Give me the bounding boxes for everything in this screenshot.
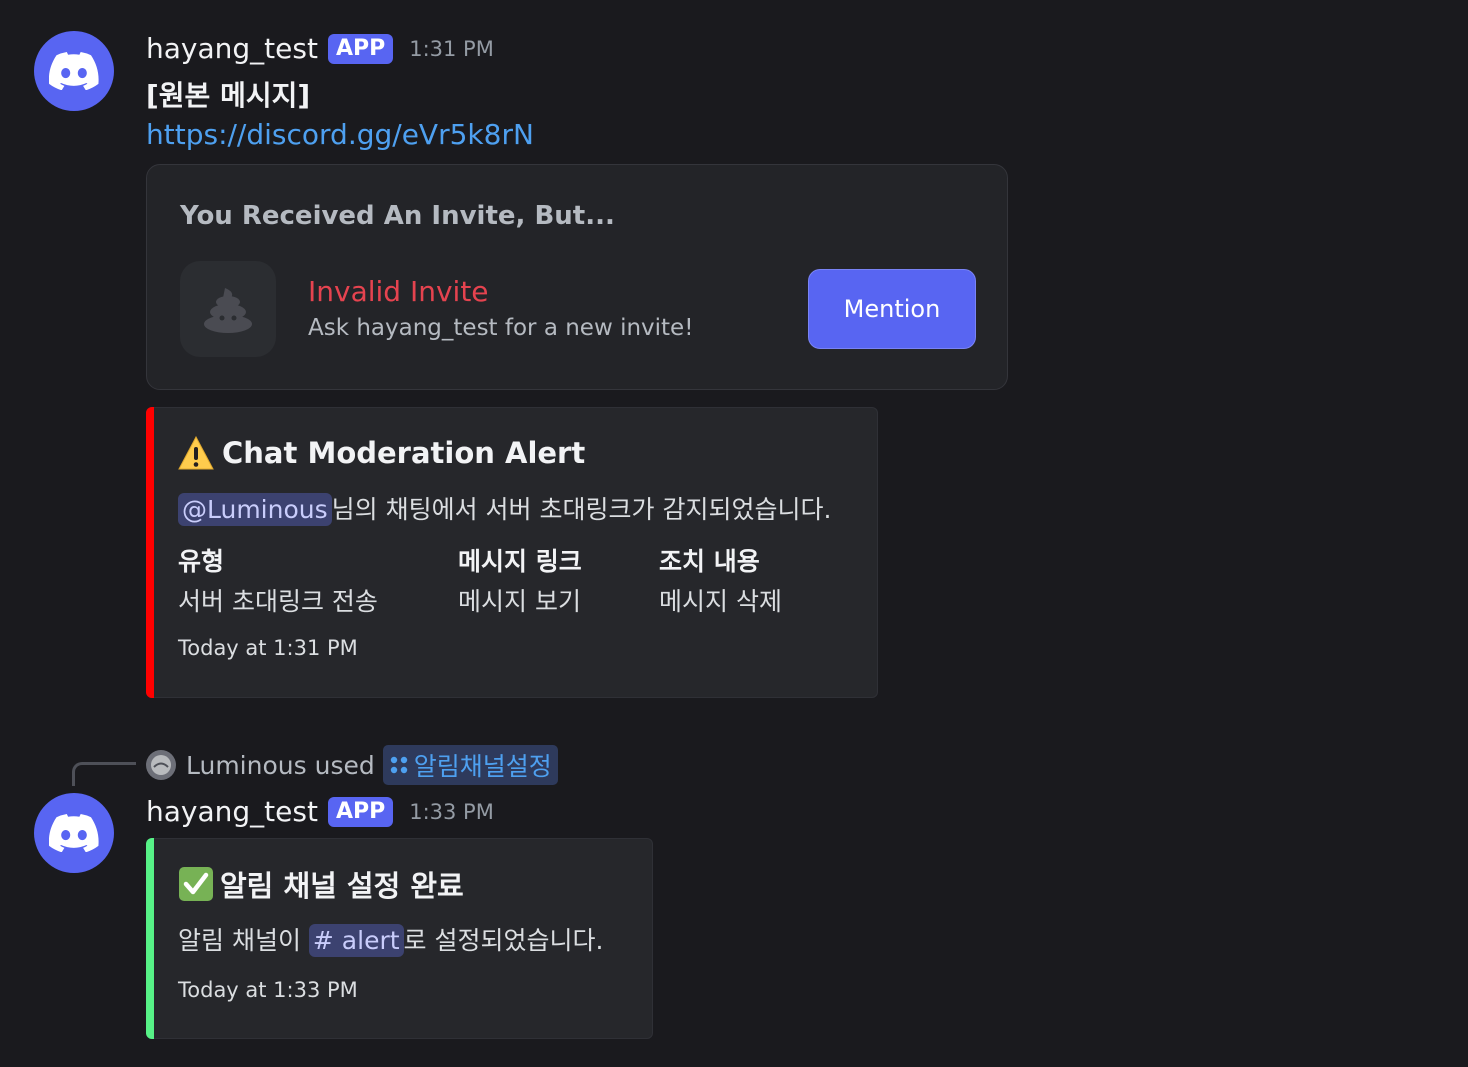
field-type-value: 서버 초대링크 전송 [178, 587, 378, 616]
message-header: hayang_test APP 1:31 PM [146, 32, 494, 65]
embed-title-text: 알림 채널 설정 완료 [220, 869, 464, 903]
desc-prefix: 알림 채널이 [178, 926, 309, 955]
message-timestamp[interactable]: 1:33 PM [409, 800, 494, 824]
invite-title: You Received An Invite, But... [180, 201, 615, 231]
bot-avatar[interactable] [34, 31, 114, 111]
message-text: [원본 메시지] [146, 79, 311, 112]
interaction-used-label: used [314, 750, 375, 780]
reply-connector [72, 762, 136, 786]
embed-description-text: 님의 채팅에서 서버 초대링크가 감지되었습니다. [331, 495, 832, 524]
command-chip[interactable]: 알림채널설정 [382, 745, 558, 785]
invite-subtitle: Ask hayang_test for a new invite! [308, 315, 694, 341]
discord-logo-icon [49, 814, 99, 852]
bot-avatar-2[interactable] [34, 793, 114, 873]
app-badge: APP [327, 796, 394, 827]
embed-footer: Today at 1:31 PM [178, 636, 358, 660]
channel-mention[interactable]: # alert [308, 924, 404, 957]
embed-title-text: Chat Moderation Alert [222, 436, 586, 470]
invite-card: You Received An Invite, But... Invalid I… [146, 164, 1008, 390]
app-badge: APP [327, 33, 394, 64]
field-action-name: 조치 내용 [659, 547, 760, 576]
invite-name: Invalid Invite [308, 275, 489, 308]
message-header-2: hayang_test APP 1:33 PM [146, 795, 494, 828]
discord-logo-icon [49, 52, 99, 90]
field-message-link-name: 메시지 링크 [458, 547, 582, 576]
username[interactable]: hayang_test [146, 795, 318, 828]
embed-footer: Today at 1:33 PM [178, 978, 358, 1002]
embed-color-bar [146, 407, 154, 698]
message-timestamp[interactable]: 1:31 PM [409, 37, 494, 61]
field-message-link-value[interactable]: 메시지 보기 [458, 582, 581, 618]
embed-description: @Luminous 님의 채팅에서 서버 초대링크가 감지되었습니다. [178, 490, 831, 526]
user-mention[interactable]: @Luminous [178, 493, 332, 526]
channel-set-embed: 알림 채널 설정 완료 알림 채널이 # alert 로 설정되었습니다. Tod… [146, 838, 653, 1039]
field-type-name: 유형 [178, 547, 225, 576]
embed-color-bar [146, 838, 154, 1039]
invite-link[interactable]: https://discord.gg/eVr5k8rN [146, 118, 534, 151]
field-action-value: 메시지 삭제 [659, 587, 782, 616]
mention-button[interactable]: Mention [808, 269, 976, 349]
embed-description: 알림 채널이 # alert 로 설정되었습니다. [178, 921, 603, 957]
command-name: 알림채널설정 [413, 752, 552, 781]
desc-suffix: 로 설정되었습니다. [403, 926, 604, 955]
username[interactable]: hayang_test [146, 32, 318, 65]
warning-icon [178, 436, 214, 470]
poop-icon [180, 261, 276, 357]
embed-title: Chat Moderation Alert [178, 436, 585, 470]
slash-command-icon [390, 756, 407, 774]
check-icon [179, 867, 213, 901]
user-mini-avatar[interactable] [146, 750, 176, 780]
moderation-embed: Chat Moderation Alert @Luminous 님의 채팅에서 서… [146, 407, 878, 698]
embed-title: 알림 채널 설정 완료 [178, 863, 464, 905]
command-interaction: Luminous used 알림채널설정 [146, 745, 558, 785]
interaction-user[interactable]: Luminous [186, 751, 307, 780]
